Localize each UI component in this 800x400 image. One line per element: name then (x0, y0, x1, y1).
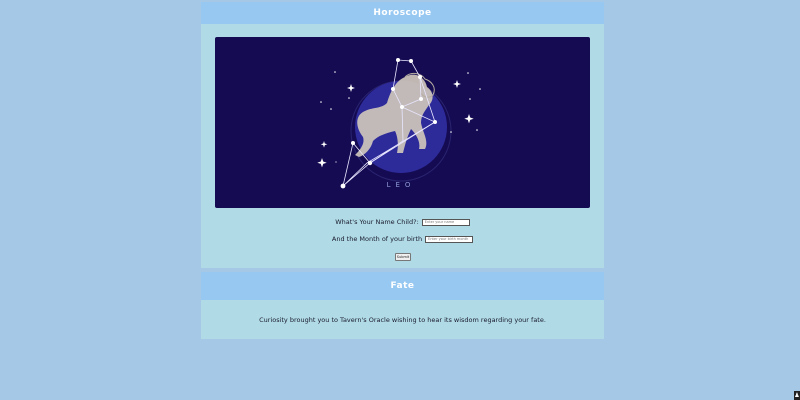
accessibility-icon[interactable]: ♟ (794, 391, 800, 400)
fate-title: Fate (390, 281, 415, 291)
fate-header: Fate (201, 272, 604, 300)
name-input[interactable] (421, 218, 470, 226)
leo-constellation-image: LEO (215, 37, 590, 208)
horoscope-header: Horoscope (201, 2, 604, 24)
fate-message: Curiosity brought you to Tavern's Oracle… (259, 315, 546, 324)
fate-card: Curiosity brought you to Tavern's Oracle… (201, 300, 604, 339)
name-row: What's Your Name Child?: (201, 218, 604, 226)
month-label: And the Month of your birth (331, 235, 423, 243)
leo-illustration: LEO (317, 58, 481, 189)
submit-button[interactable]: Submit (395, 253, 411, 261)
name-label: What's Your Name Child?: (335, 218, 419, 226)
horoscope-card: LEO What's Your Name Child?: And the Mon… (201, 24, 604, 268)
page-title: Horoscope (373, 8, 432, 18)
birth-month-input[interactable] (425, 235, 474, 243)
month-row: And the Month of your birth (201, 235, 604, 243)
sign-label: LEO (387, 181, 416, 189)
